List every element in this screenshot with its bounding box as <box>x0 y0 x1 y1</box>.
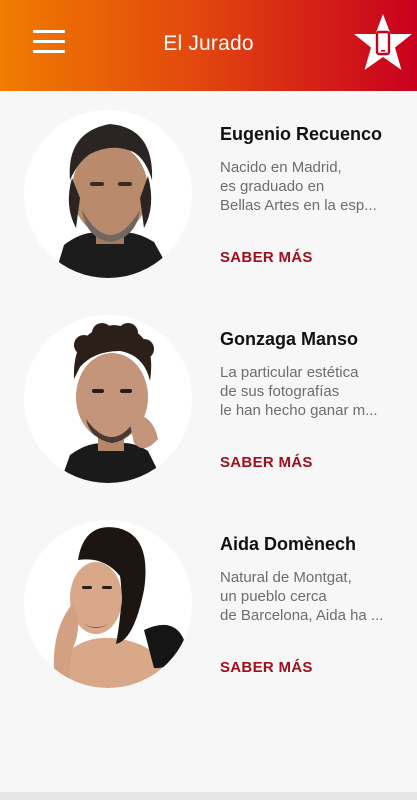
portrait-photo <box>24 315 192 483</box>
portrait-photo <box>24 110 192 278</box>
bio-line: Natural de Montgat, <box>220 569 352 586</box>
saber-mas-link[interactable]: SABER MÁS <box>220 454 313 471</box>
jury-avatar <box>24 520 192 688</box>
jury-card: Gonzaga Manso La particular estética de … <box>0 315 417 520</box>
jury-name: Gonzaga Manso <box>220 329 359 349</box>
jury-name: Aida Domènech <box>220 534 357 554</box>
jury-name: Eugenio Recuenco <box>220 124 383 144</box>
bio-line: le han hecho ganar m... <box>220 402 378 419</box>
saber-mas-link[interactable]: SABER MÁS <box>220 659 313 676</box>
app-header: El Jurado <box>0 0 417 91</box>
jury-avatar <box>24 110 192 278</box>
jury-bio: Natural de Montgat, un pueblo cerca de B… <box>220 568 396 625</box>
bio-line: es graduado en <box>220 178 325 195</box>
bio-line: de Barcelona, Aida ha ... <box>220 607 384 624</box>
bio-line: La particular estética <box>220 364 359 381</box>
bottom-divider <box>0 792 417 800</box>
star-phone-icon[interactable] <box>352 12 414 74</box>
jury-bio: La particular estética de sus fotografía… <box>220 363 396 420</box>
jury-avatar <box>24 315 192 483</box>
saber-mas-link[interactable]: SABER MÁS <box>220 249 313 266</box>
bio-line: Nacido en Madrid, <box>220 159 342 176</box>
portrait-photo <box>24 520 192 688</box>
bio-line: un pueblo cerca <box>220 588 327 605</box>
bio-line: Bellas Artes en la esp... <box>220 197 377 214</box>
jury-bio: Nacido en Madrid, es graduado en Bellas … <box>220 158 396 215</box>
jury-card: Eugenio Recuenco Nacido en Madrid, es gr… <box>0 110 417 315</box>
jury-card: Aida Domènech Natural de Montgat, un pue… <box>0 520 417 725</box>
bio-line: de sus fotografías <box>220 383 340 400</box>
